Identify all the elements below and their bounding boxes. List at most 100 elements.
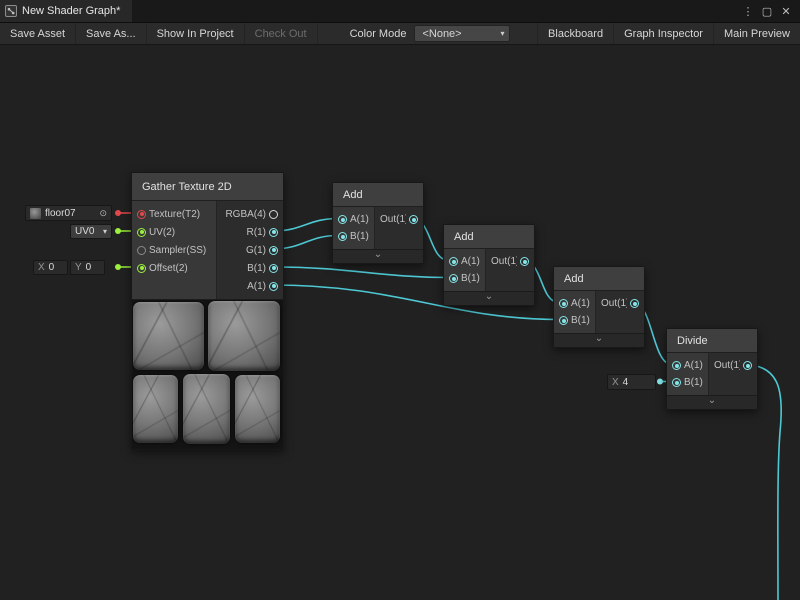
port-row-a: A(1) bbox=[333, 211, 374, 228]
offset-x-value: 0 bbox=[49, 262, 55, 273]
port-row-g: G(1) bbox=[217, 241, 283, 259]
uv-input-port[interactable] bbox=[137, 228, 146, 237]
add2-a-input-port[interactable] bbox=[449, 257, 458, 266]
gather-node-title[interactable]: Gather Texture 2D bbox=[132, 173, 283, 201]
divide-a-input-port[interactable] bbox=[672, 361, 681, 370]
add3-input-ports: A(1) B(1) bbox=[554, 291, 595, 333]
add2-node-title[interactable]: Add bbox=[444, 225, 534, 249]
port-row-out: Out(1) bbox=[375, 211, 423, 228]
window-title: New Shader Graph* bbox=[22, 5, 120, 17]
window-close-icon[interactable]: ✕ bbox=[778, 5, 794, 18]
texture-connector-dot[interactable] bbox=[115, 210, 121, 216]
node-add-1[interactable]: Add A(1) B(1) Out(1) ⌄ bbox=[332, 182, 424, 264]
divide-node-body: A(1) B(1) Out(1) bbox=[667, 353, 757, 395]
shader-graph-toolbar: Save Asset Save As... Show In Project Ch… bbox=[0, 23, 800, 45]
uv-channel-dropdown[interactable]: UV0 ▾ bbox=[70, 224, 112, 239]
divide-b-value-field[interactable]: X 4 bbox=[607, 374, 656, 390]
window-menu-icon[interactable]: ⋮ bbox=[740, 5, 756, 18]
add1-node-title[interactable]: Add bbox=[333, 183, 423, 207]
preview-tile bbox=[133, 375, 178, 443]
color-mode-dropdown[interactable]: <None> ▾ bbox=[414, 25, 510, 42]
show-in-project-button[interactable]: Show In Project bbox=[147, 23, 245, 44]
check-out-button: Check Out bbox=[245, 23, 318, 44]
add2-b-label: B(1) bbox=[461, 273, 480, 284]
add3-node-title[interactable]: Add bbox=[554, 267, 644, 291]
b-output-port[interactable] bbox=[269, 264, 278, 273]
add2-collapse-chevron-icon[interactable]: ⌄ bbox=[444, 291, 534, 305]
wire-b-to-add2-b[interactable] bbox=[273, 267, 449, 278]
a-output-port[interactable] bbox=[269, 282, 278, 291]
divide-b-connector-dot[interactable] bbox=[657, 379, 663, 385]
offset-y-value: 0 bbox=[86, 262, 92, 273]
main-preview-toggle-button[interactable]: Main Preview bbox=[713, 23, 800, 44]
divide-out-port[interactable] bbox=[743, 361, 752, 370]
add3-collapse-chevron-icon[interactable]: ⌄ bbox=[554, 333, 644, 347]
divide-b-axis-label: X bbox=[612, 377, 619, 388]
offset-input-label: Offset(2) bbox=[149, 263, 188, 274]
port-row-a: A(1) bbox=[217, 277, 283, 295]
add3-out-label: Out(1) bbox=[601, 298, 627, 309]
add1-a-input-port[interactable] bbox=[338, 215, 347, 224]
add3-b-input-port[interactable] bbox=[559, 316, 568, 325]
uv-connector-dot[interactable] bbox=[115, 228, 121, 234]
add3-node-body: A(1) B(1) Out(1) bbox=[554, 291, 644, 333]
add3-a-input-port[interactable] bbox=[559, 299, 568, 308]
port-row-a: A(1) bbox=[554, 295, 595, 312]
port-row-sampler: Sampler(SS) bbox=[132, 241, 216, 259]
node-add-2[interactable]: Add A(1) B(1) Out(1) ⌄ bbox=[443, 224, 535, 306]
connection-wires bbox=[0, 0, 800, 600]
divide-input-ports: A(1) B(1) bbox=[667, 353, 708, 395]
divide-out-label: Out(1) bbox=[714, 360, 740, 371]
graph-inspector-toggle-button[interactable]: Graph Inspector bbox=[613, 23, 713, 44]
node-gather-texture-2d[interactable]: Gather Texture 2D Texture(T2) UV(2) Samp… bbox=[131, 172, 284, 450]
preview-tile bbox=[133, 302, 204, 370]
blackboard-toggle-button[interactable]: Blackboard bbox=[537, 23, 613, 44]
add1-collapse-chevron-icon[interactable]: ⌄ bbox=[333, 249, 423, 263]
add3-out-port[interactable] bbox=[630, 299, 639, 308]
divide-node-title[interactable]: Divide bbox=[667, 329, 757, 353]
rgba-output-label: RGBA(4) bbox=[225, 209, 266, 220]
object-picker-icon[interactable]: ⊙ bbox=[99, 208, 107, 219]
add1-b-input-port[interactable] bbox=[338, 232, 347, 241]
g-output-label: G(1) bbox=[246, 245, 266, 256]
port-row-r: R(1) bbox=[217, 223, 283, 241]
preview-tile bbox=[183, 374, 230, 444]
offset-x-field[interactable]: X 0 bbox=[33, 260, 68, 275]
gather-input-ports: Texture(T2) UV(2) Sampler(SS) Offset(2) bbox=[132, 201, 216, 299]
save-asset-button[interactable]: Save Asset bbox=[0, 23, 76, 44]
rgba-output-port[interactable] bbox=[269, 210, 278, 219]
toolbar-right-group: Blackboard Graph Inspector Main Preview bbox=[537, 23, 800, 44]
port-row-texture: Texture(T2) bbox=[132, 205, 216, 223]
g-output-port[interactable] bbox=[269, 246, 278, 255]
add1-out-port[interactable] bbox=[409, 215, 418, 224]
save-as-button[interactable]: Save As... bbox=[76, 23, 147, 44]
texture-input-port[interactable] bbox=[137, 210, 146, 219]
add1-a-label: A(1) bbox=[350, 214, 369, 225]
window-maximize-icon[interactable]: ▢ bbox=[759, 5, 775, 18]
node-add-3[interactable]: Add A(1) B(1) Out(1) ⌄ bbox=[553, 266, 645, 348]
add2-b-input-port[interactable] bbox=[449, 274, 458, 283]
color-mode-value: <None> bbox=[422, 28, 494, 40]
texture-object-field[interactable]: floor07 ⊙ bbox=[25, 205, 112, 221]
r-output-label: R(1) bbox=[247, 227, 266, 238]
offset-y-field[interactable]: Y 0 bbox=[70, 260, 105, 275]
offset-y-axis-label: Y bbox=[75, 262, 82, 273]
shader-graph-icon bbox=[5, 5, 17, 17]
dropdown-arrow-icon: ▾ bbox=[103, 227, 107, 236]
sampler-input-port[interactable] bbox=[137, 246, 146, 255]
divide-collapse-chevron-icon[interactable]: ⌄ bbox=[667, 395, 757, 409]
uv-input-label: UV(2) bbox=[149, 227, 175, 238]
divide-b-input-port[interactable] bbox=[672, 378, 681, 387]
node-divide[interactable]: Divide A(1) B(1) Out(1) ⌄ bbox=[666, 328, 758, 410]
divide-b-value: 4 bbox=[623, 377, 629, 388]
offset-input-port[interactable] bbox=[137, 264, 146, 273]
port-row-uv: UV(2) bbox=[132, 223, 216, 241]
add2-a-label: A(1) bbox=[461, 256, 480, 267]
window-tab[interactable]: New Shader Graph* bbox=[0, 0, 132, 22]
add2-node-body: A(1) B(1) Out(1) bbox=[444, 249, 534, 291]
port-row-a: A(1) bbox=[667, 357, 708, 374]
r-output-port[interactable] bbox=[269, 228, 278, 237]
add3-output-ports: Out(1) bbox=[595, 291, 644, 333]
offset-connector-dot[interactable] bbox=[115, 264, 121, 270]
add2-out-port[interactable] bbox=[520, 257, 529, 266]
